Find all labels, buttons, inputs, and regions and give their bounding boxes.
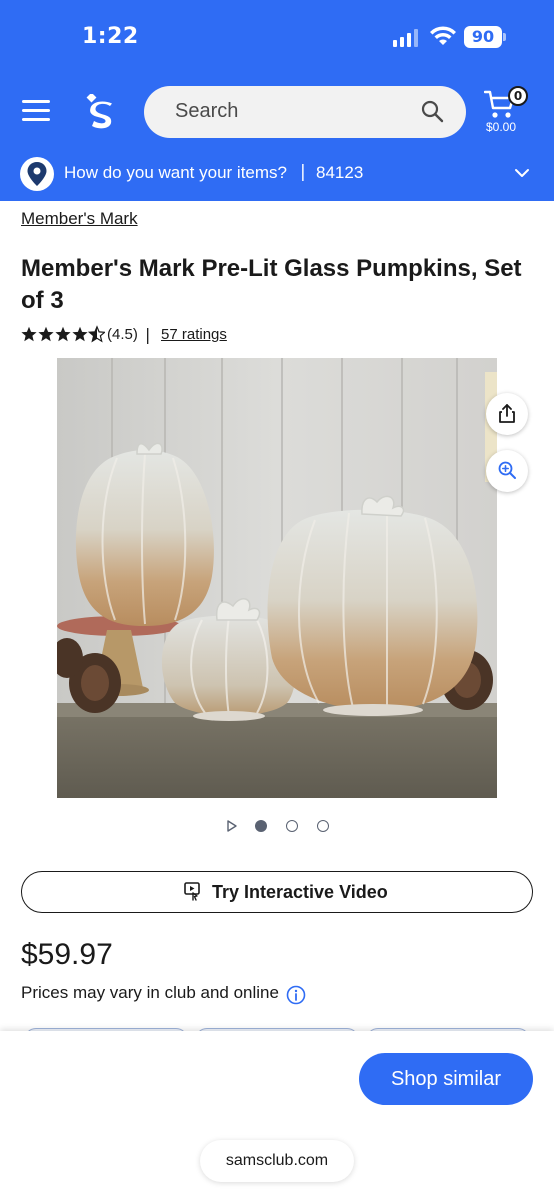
zoom-in-icon [498, 461, 516, 479]
location-pin-badge [20, 157, 54, 191]
status-bar: 1:22 90 [0, 0, 554, 76]
delivery-selector[interactable]: How do you want your items? | 84123 [0, 148, 554, 201]
share-button[interactable] [486, 393, 528, 435]
rating-value: (4.5) [107, 326, 138, 343]
cart-count-badge: 0 [508, 86, 528, 106]
delivery-prompt: How do you want your items? [64, 163, 287, 182]
menu-icon[interactable] [22, 100, 50, 124]
cart-total: $0.00 [486, 120, 517, 134]
product-image[interactable] [57, 358, 497, 798]
chevron-down-icon[interactable] [514, 167, 530, 179]
battery-indicator: 90 [464, 26, 506, 48]
price: $59.97 [21, 938, 113, 971]
location-pin-icon [27, 162, 47, 186]
price-note: Prices may vary in club and online [21, 983, 279, 1002]
browser-url-bar[interactable]: samsclub.com [200, 1140, 354, 1182]
zoom-button[interactable] [486, 450, 528, 492]
breadcrumb[interactable]: Member's Mark [21, 209, 138, 229]
interactive-video-button[interactable]: Try Interactive Video [21, 871, 533, 913]
carousel-dot-1[interactable] [255, 820, 267, 832]
page-title: Member's Mark Pre-Lit Glass Pumpkins, Se… [21, 255, 522, 314]
play-icon[interactable] [226, 820, 238, 832]
rating-separator: | [145, 325, 151, 344]
top-nav: Search 0 $0.00 [0, 76, 554, 148]
search-placeholder: Search [175, 100, 239, 122]
shop-similar-button[interactable]: Shop similar [359, 1053, 533, 1105]
cart-button[interactable]: 0 $0.00 [484, 86, 540, 142]
carousel-dot-3[interactable] [317, 820, 329, 832]
info-icon[interactable] [286, 985, 306, 1005]
delivery-zip: 84123 [316, 163, 364, 182]
ratings-link[interactable]: 57 ratings [161, 326, 227, 343]
search-input[interactable]: Search [144, 86, 466, 138]
star-rating-icon [21, 326, 105, 342]
signal-icon [393, 29, 418, 47]
search-icon[interactable] [420, 99, 444, 123]
delivery-separator: | [300, 162, 306, 182]
battery-level: 90 [464, 26, 502, 48]
image-carousel-indicator [222, 816, 342, 836]
large-pumpkin [267, 495, 478, 716]
share-icon [499, 404, 515, 423]
interactive-video-label: Try Interactive Video [212, 882, 388, 902]
carousel-dot-2[interactable] [286, 820, 298, 832]
interactive-video-icon [184, 882, 200, 901]
sams-logo-icon[interactable] [84, 94, 116, 132]
battery-tip [503, 33, 506, 41]
wifi-icon [430, 26, 456, 45]
status-time: 1:22 [82, 24, 139, 49]
